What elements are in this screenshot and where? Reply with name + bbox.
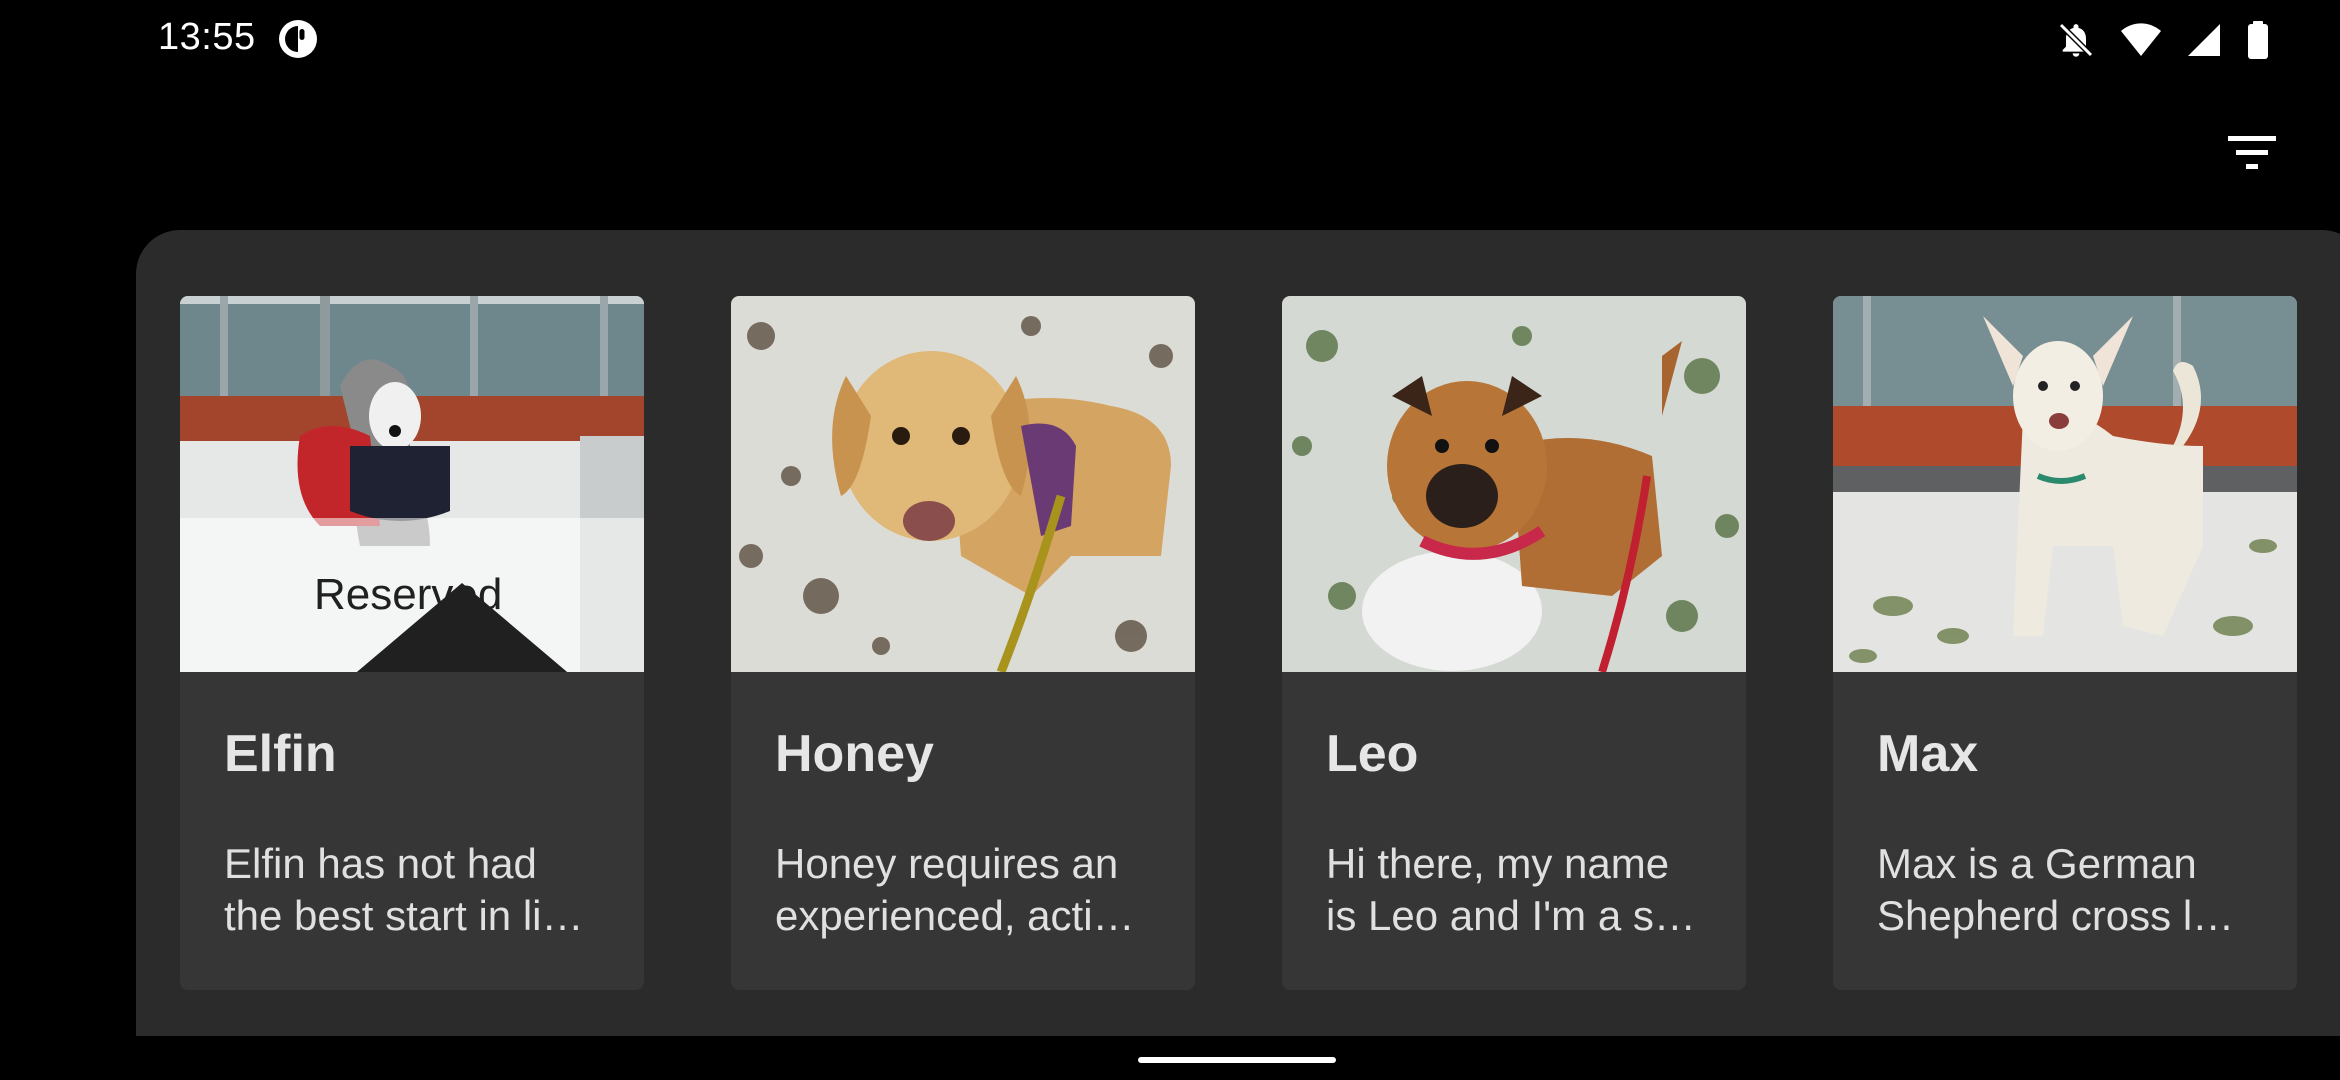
dog-photo: Reserved bbox=[180, 296, 644, 672]
battery-icon bbox=[2246, 20, 2270, 60]
dog-card-elfin[interactable]: Reserved Elfin Elfin has not had the bes… bbox=[180, 296, 644, 990]
dog-photo bbox=[1282, 296, 1746, 672]
status-bar: 13:55 bbox=[0, 0, 2340, 80]
dog-description-line: Max is a German bbox=[1877, 840, 2197, 887]
dog-name: Max bbox=[1877, 725, 1979, 783]
dog-photo bbox=[731, 296, 1195, 672]
dog-description: Max is a German Shepherd cross l… bbox=[1877, 838, 2263, 942]
wifi-icon bbox=[2120, 22, 2162, 58]
cell-signal-icon bbox=[2186, 22, 2222, 58]
dog-description-line: Elfin has not had bbox=[224, 840, 537, 887]
dog-description-line: Shepherd cross l… bbox=[1877, 892, 2235, 939]
dog-description: Hi there, my name is Leo and I'm a s… bbox=[1326, 838, 1712, 942]
dog-name: Elfin bbox=[224, 725, 337, 783]
status-time: 13:55 bbox=[158, 16, 256, 58]
dog-card-max[interactable]: Max Max is a German Shepherd cross l… bbox=[1833, 296, 2297, 990]
dog-card-leo[interactable]: Leo Hi there, my name is Leo and I'm a s… bbox=[1282, 296, 1746, 990]
dog-description-line: Honey requires an bbox=[775, 840, 1119, 887]
dog-description-line: Hi there, my name bbox=[1326, 840, 1670, 887]
bell-off-icon bbox=[2056, 20, 2096, 60]
gesture-nav-handle[interactable] bbox=[1138, 1057, 1336, 1063]
dog-description-line: is Leo and I'm a s… bbox=[1326, 892, 1696, 939]
status-icons bbox=[2056, 18, 2270, 62]
reserved-badge: Reserved bbox=[180, 518, 644, 672]
dog-description: Honey requires an experienced, acti… bbox=[775, 838, 1161, 942]
dog-description-line: experienced, acti… bbox=[775, 892, 1135, 939]
dog-description-line: the best start in li… bbox=[224, 892, 584, 939]
reserved-label: Reserved bbox=[314, 570, 503, 619]
dog-card-honey[interactable]: Honey Honey requires an experienced, act… bbox=[731, 296, 1195, 990]
app-notification-icon bbox=[278, 19, 318, 59]
dog-photo bbox=[1833, 296, 2297, 672]
dog-description: Elfin has not had the best start in li… bbox=[224, 838, 610, 942]
dog-name: Honey bbox=[775, 725, 934, 783]
filter-button[interactable] bbox=[2218, 128, 2282, 180]
dog-name: Leo bbox=[1326, 725, 1419, 783]
filter-icon bbox=[2228, 136, 2276, 169]
